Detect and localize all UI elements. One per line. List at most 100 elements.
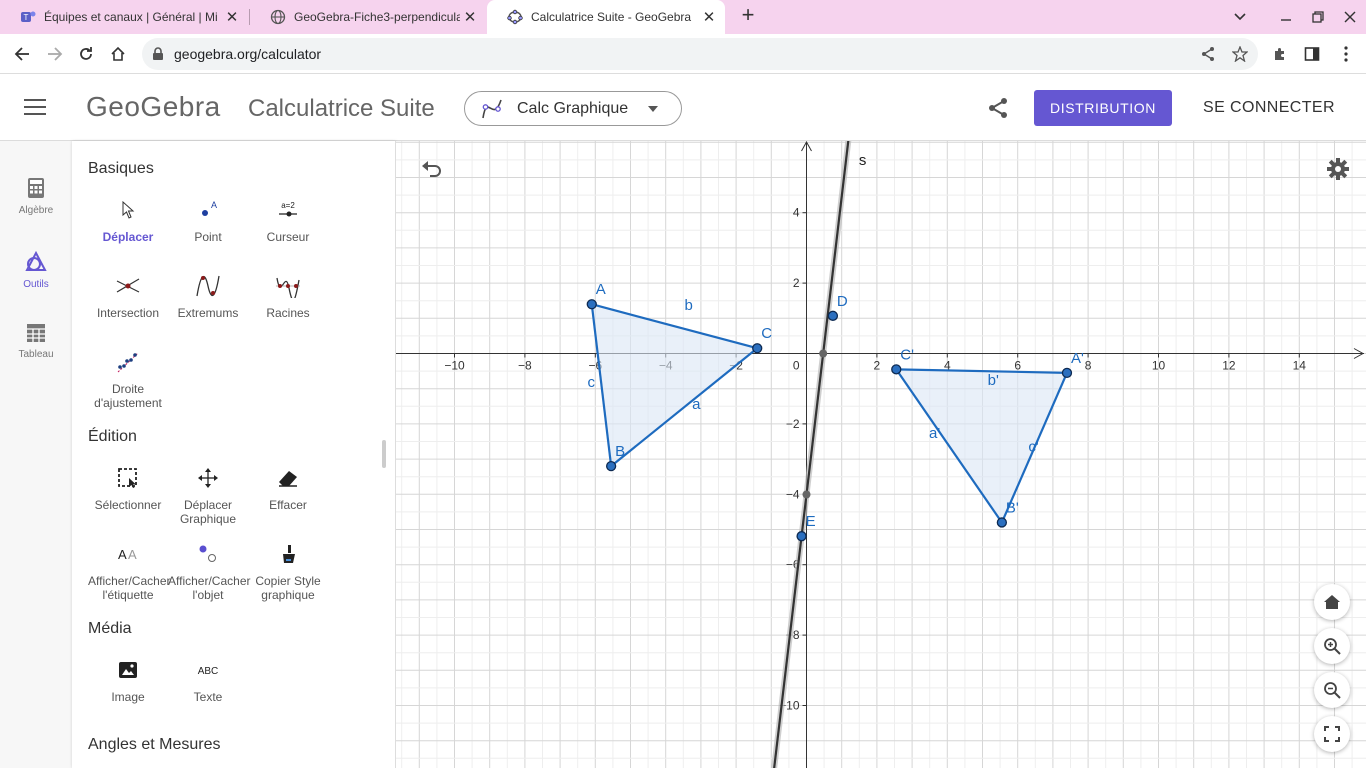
new-tab-icon[interactable]: + [736,4,760,28]
tool-effacer[interactable]: Effacer [248,466,328,512]
x-tick-label: 6 [1014,359,1021,373]
point-label: C [761,325,772,342]
tool-extremums[interactable]: Extremums [168,274,248,320]
geogebra-logo[interactable]: GeoGebra [86,91,221,123]
tool-afficher-etiquette[interactable]: AA Afficher/Cacher l'étiquette [88,542,170,602]
tool-selectionner[interactable]: Sélectionner [88,466,168,512]
tool-racines[interactable]: Racines [248,274,328,320]
url-text: geogebra.org/calculator [174,46,322,62]
tool-deplacer-graphique[interactable]: Déplacer Graphique [168,466,248,526]
home-icon[interactable] [106,42,130,66]
graph-canvas[interactable]: −10−8−6−4−2246810121442−2−4−6−8−100sABCD… [396,141,1366,768]
close-window-icon[interactable] [1334,0,1366,34]
fullscreen-button[interactable] [1314,716,1350,752]
point-A[interactable] [586,299,597,310]
rail-item-algebre[interactable]: Algèbre [0,177,72,237]
segment-label: a' [929,425,940,442]
tool-label: graphique [261,588,315,602]
gear-icon[interactable] [1326,157,1350,181]
close-tab-icon[interactable]: ✕ [699,8,719,26]
point-E[interactable] [796,531,807,542]
close-tab-icon[interactable]: ✕ [460,8,480,26]
origin-label: 0 [793,359,800,373]
tab-title: Équipes et canaux | Général | Mi [44,10,218,24]
point-D[interactable] [827,310,839,321]
browser-tab-fiche3[interactable]: GeoGebra-Fiche3-perpendiculair ✕ [250,0,486,34]
tool-intersection[interactable]: Intersection [88,274,168,320]
more-vert-icon[interactable] [1334,42,1358,66]
bookmark-star-icon[interactable] [1232,46,1248,62]
point-label: C' [900,346,914,363]
tab-search-chevron-icon[interactable] [1224,0,1256,34]
line-s[interactable] [773,141,850,768]
tool-deplacer[interactable]: Déplacer [88,198,168,244]
eraser-icon [279,471,297,487]
browser-tab-geogebra[interactable]: Calculatrice Suite - GeoGebra ✕ [487,0,725,34]
tool-droite-ajustement[interactable]: Droite d'ajustement [88,350,168,410]
line-s-label: s [859,152,867,169]
segment-label: c [587,374,595,391]
close-tab-icon[interactable]: ✕ [222,8,242,26]
show-hide-object-icon [199,545,216,562]
svg-text:A: A [211,200,217,210]
cursor-arrow-icon [122,201,135,219]
rail-item-outils[interactable]: Outils [0,251,72,311]
point-B[interactable] [605,460,617,472]
forward-arrow-icon[interactable] [43,42,67,66]
graphics-view[interactable]: −10−8−6−4−2246810121442−2−4−6−8−100sABCD… [396,141,1366,768]
side-panel-icon[interactable] [1300,42,1324,66]
tools-panel: Basiques Déplacer A Point a=2 Curseur In… [72,141,396,768]
extensions-puzzle-icon[interactable] [1268,42,1292,66]
triangle-abc-prime-fill[interactable] [896,369,1067,523]
undo-icon[interactable] [420,157,444,181]
tool-image[interactable]: Image [88,658,168,704]
y-tick-label: 4 [793,206,800,220]
zoom-in-button[interactable] [1314,628,1350,664]
tab-title: GeoGebra-Fiche3-perpendiculair [294,10,460,24]
point-A-prime[interactable] [1061,367,1073,379]
tool-copier-style[interactable]: Copier Style graphique [248,542,328,602]
x-tick-label: 14 [1293,359,1307,373]
home-view-button[interactable] [1314,584,1350,620]
tool-afficher-objet[interactable]: Afficher/Cacher l'objet [168,542,250,602]
minimize-icon[interactable] [1270,0,1302,34]
browser-tab-teams[interactable]: T Équipes et canaux | Général | Mi ✕ [0,0,248,34]
intersection-point[interactable] [819,349,828,358]
globe-icon [270,9,286,25]
point-C-prime[interactable] [891,364,902,375]
tool-label: Curseur [266,230,310,244]
distribution-button[interactable]: DISTRIBUTION [1034,90,1172,126]
tool-label: Copier Style [255,574,321,588]
tool-label: Point [194,230,222,244]
rail-item-tableau[interactable]: Tableau [0,323,72,383]
tool-label: l'objet [192,588,224,602]
intersection-point[interactable] [802,490,811,499]
share-icon[interactable] [986,96,1010,120]
rail-label: Algèbre [18,205,54,216]
x-tick-label: 10 [1152,359,1166,373]
tool-texte[interactable]: ABC Texte [168,658,248,704]
reload-icon[interactable] [74,42,98,66]
share-page-icon[interactable] [1200,46,1216,62]
app-header: GeoGebra Calculatrice Suite Calc Graphiq… [0,75,1366,141]
tool-curseur[interactable]: a=2 Curseur [248,198,328,244]
login-button[interactable]: SE CONNECTER [1192,90,1346,126]
zoom-out-button[interactable] [1314,672,1350,708]
tab-title: Calculatrice Suite - GeoGebra [531,10,692,24]
back-arrow-icon[interactable] [10,42,34,66]
x-tick-label: 12 [1222,359,1236,373]
tool-label: Déplacer [183,498,233,512]
app-selector[interactable]: Calc Graphique [464,91,682,126]
point-C[interactable] [752,343,763,354]
tool-label: Déplacer [102,230,154,244]
y-tick-label: −2 [786,417,800,431]
svg-text:T: T [24,13,29,22]
home-icon [1324,595,1340,609]
omnibox[interactable]: geogebra.org/calculator [142,38,1258,70]
point-B-prime[interactable] [996,517,1008,528]
section-title-media: Média [88,620,132,637]
panel-resize-handle[interactable] [382,440,386,468]
restore-icon[interactable] [1302,0,1334,34]
tool-point[interactable]: A Point [168,198,248,244]
menu-icon[interactable] [24,99,46,117]
